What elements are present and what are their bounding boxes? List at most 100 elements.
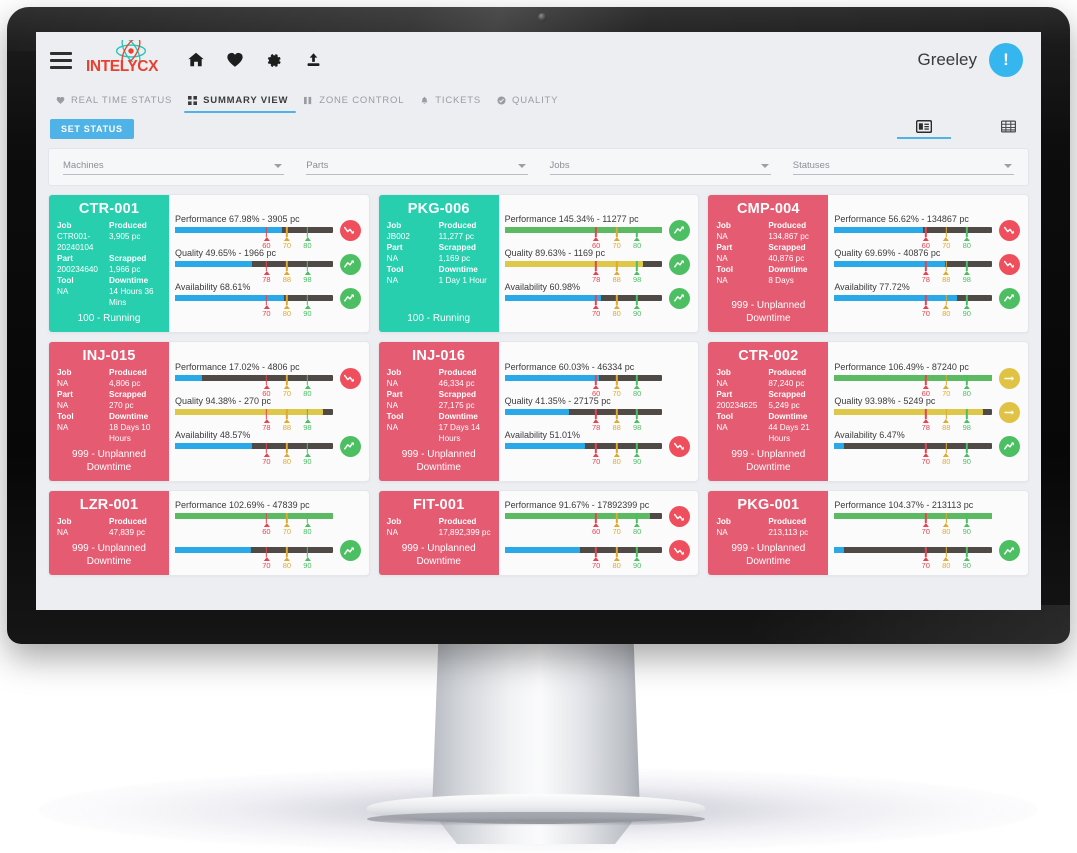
- trend-badge-flat[interactable]: [999, 401, 1021, 423]
- threshold-tick: 98: [633, 408, 641, 432]
- trend-badge-up[interactable]: [669, 287, 691, 309]
- trend-badge-down[interactable]: [999, 253, 1021, 275]
- threshold-tick: 90: [963, 442, 971, 466]
- trend-badge-up[interactable]: [999, 287, 1021, 309]
- metric-row: .708090: [834, 534, 1021, 570]
- threshold-tick: 80: [942, 513, 950, 536]
- machine-card[interactable]: CTR-002 Job NA Produced 87,240 pc Part 2002346…: [707, 341, 1030, 482]
- filter-statuses[interactable]: Statuses: [792, 159, 1014, 175]
- filter-parts[interactable]: Parts: [306, 160, 528, 175]
- machine-kv-row: Job NA Produced 47,839 pc: [57, 516, 161, 538]
- metric-row: Quality 69.69% - 40876 pc 78 88 98: [834, 248, 1021, 284]
- machine-kv-row: Job NA Produced 213,113 pc: [716, 516, 820, 538]
- machine-card[interactable]: INJ-016 Job NA Produced 46,334 pc Part NA Scrap…: [377, 341, 700, 482]
- trend-badge-up[interactable]: [339, 435, 361, 457]
- metric-body: Performance 104.37% - 213113 pc 70 80 90: [834, 500, 993, 536]
- chevron-down-icon[interactable]: [274, 163, 283, 168]
- brand-logo[interactable]: INTELYCX: [86, 40, 164, 80]
- metric-bar-fill: [504, 294, 601, 301]
- metric-bar-fill: [504, 408, 570, 415]
- trend-badge-flat[interactable]: [999, 367, 1021, 389]
- trend-badge-up[interactable]: [339, 540, 361, 561]
- trend-badge-up[interactable]: [339, 253, 361, 275]
- threshold-tick: 90: [633, 294, 641, 318]
- metric-row: Quality 49.65% - 1966 pc 78 88 98: [175, 248, 361, 284]
- heart-icon[interactable]: [225, 50, 245, 70]
- chevron-down-icon[interactable]: [760, 163, 769, 168]
- machine-card[interactable]: PKG-006 Job JB002 Produced 11,277 pc Part NA Sc…: [377, 194, 700, 333]
- filter-jobs[interactable]: Jobs: [549, 160, 771, 175]
- chevron-down-icon[interactable]: [1004, 163, 1012, 168]
- trend-badge-down[interactable]: [339, 219, 361, 241]
- trend-badge-down[interactable]: [999, 219, 1021, 241]
- metric-bar-fill: [834, 442, 844, 449]
- tab-quality[interactable]: QUALITY: [491, 91, 568, 113]
- produced-field: Produced 47,839 pc: [109, 517, 147, 537]
- metric-title: Performance 60.03% - 46334 pc: [504, 361, 635, 372]
- machine-card[interactable]: FIT-001 Job NA Produced 17,892,399 pc 999 - U…: [377, 490, 700, 576]
- threshold-tick: 80: [942, 547, 950, 570]
- downtime-field: Downtime 44 Days 21 Hours: [768, 412, 810, 443]
- trend-badge-up[interactable]: [999, 435, 1021, 457]
- metric-thresholds: 60 70 80: [175, 513, 333, 536]
- trend-badge-up[interactable]: [669, 253, 691, 275]
- machine-summary-panel: PKG-001 Job NA Produced 213,113 pc 999 - Unpl…: [708, 491, 829, 575]
- machine-card[interactable]: CTR-001 Job CTR001-20240104 Produced 3,905 p…: [48, 194, 370, 333]
- threshold-tick: 70: [612, 374, 621, 398]
- filter-underline: [549, 173, 771, 175]
- metric-body: Performance 106.49% - 87240 pc 60 70 80: [834, 362, 993, 398]
- tab-tickets[interactable]: TICKETS: [414, 91, 491, 113]
- heart-icon: [56, 96, 65, 105]
- scrapped-field: Scrapped 1,966 pc: [109, 254, 147, 274]
- part-field: Part NA: [716, 243, 733, 263]
- filter-machines[interactable]: Machines: [63, 160, 285, 175]
- machine-metrics-panel: Performance 60.03% - 46334 pc 60 70 80 Quali…: [499, 342, 699, 481]
- machine-kv-row: Job NA Produced 134,867 pc: [716, 220, 820, 242]
- table-view-icon[interactable]: [991, 116, 1025, 139]
- metric-bar-fill: [175, 260, 253, 267]
- trend-badge-down[interactable]: [669, 435, 691, 457]
- chevron-down-icon[interactable]: [517, 163, 526, 168]
- machine-card[interactable]: CMP-004 Job NA Produced 134,867 pc Part NA Scra…: [707, 194, 1030, 333]
- metric-row: Performance 145.34% - 11277 pc 60 70 80: [504, 214, 691, 250]
- metric-thresholds: 78 88 98: [505, 408, 663, 432]
- machine-card[interactable]: LZR-001 Job NA Produced 47,839 pc 999 - Unpla…: [48, 490, 370, 576]
- threshold-tick: 60: [262, 513, 271, 536]
- card-view-icon[interactable]: [897, 116, 951, 139]
- upload-icon[interactable]: [303, 50, 323, 70]
- machine-name: INJ-016: [412, 348, 466, 364]
- trend-badge-up[interactable]: [339, 287, 361, 309]
- machine-kv-row: Part NA Scrapped 27,175 pc: [387, 389, 491, 411]
- trend-badge-down[interactable]: [669, 506, 691, 527]
- trend-badge-up[interactable]: [669, 219, 691, 241]
- downtime-field: Downtime 8 Days: [768, 265, 808, 285]
- machine-card[interactable]: INJ-015 Job NA Produced 4,806 pc Part NA Scrapp…: [48, 341, 370, 482]
- threshold-tick: 60: [592, 374, 600, 398]
- threshold-tick: 70: [922, 513, 930, 536]
- metric-thresholds: 60 70 80: [505, 513, 663, 536]
- threshold-tick: 80: [612, 294, 621, 318]
- machine-card-grid: CTR-001 Job CTR001-20240104 Produced 3,905 p…: [36, 186, 1041, 576]
- screenshot-stage: INTELYCX Greeley ! REAL TIME STATUS SUMM…: [0, 0, 1077, 853]
- metric-bar-fill: [834, 294, 958, 301]
- tab-zone-control[interactable]: ZONE CONTROL: [298, 91, 414, 113]
- trend-badge-up[interactable]: [999, 540, 1021, 561]
- threshold-tick: 78: [592, 408, 600, 432]
- metric-thresholds: 60 70 80: [175, 226, 333, 250]
- hamburger-menu-icon[interactable]: [50, 51, 72, 69]
- threshold-tick: 70: [612, 226, 621, 250]
- machine-kv-row: Tool NA Downtime 18 Days 10 Hours: [57, 411, 161, 444]
- metric-row: .708090: [175, 534, 361, 570]
- tab-real-time-status[interactable]: REAL TIME STATUS: [50, 91, 182, 113]
- metric-thresholds: 60 70 80: [175, 374, 333, 398]
- filter-label: Statuses: [792, 159, 830, 171]
- gear-icon[interactable]: [264, 50, 284, 70]
- metric-body: .708090: [504, 534, 663, 570]
- trend-badge-down[interactable]: [339, 367, 361, 389]
- set-status-button[interactable]: SET STATUS: [50, 119, 134, 139]
- avatar[interactable]: !: [989, 43, 1023, 77]
- machine-card[interactable]: PKG-001 Job NA Produced 213,113 pc 999 - Unpl…: [707, 490, 1030, 576]
- tab-summary-view[interactable]: SUMMARY VIEW: [182, 91, 298, 113]
- trend-badge-down[interactable]: [669, 540, 691, 561]
- home-icon[interactable]: [186, 50, 206, 70]
